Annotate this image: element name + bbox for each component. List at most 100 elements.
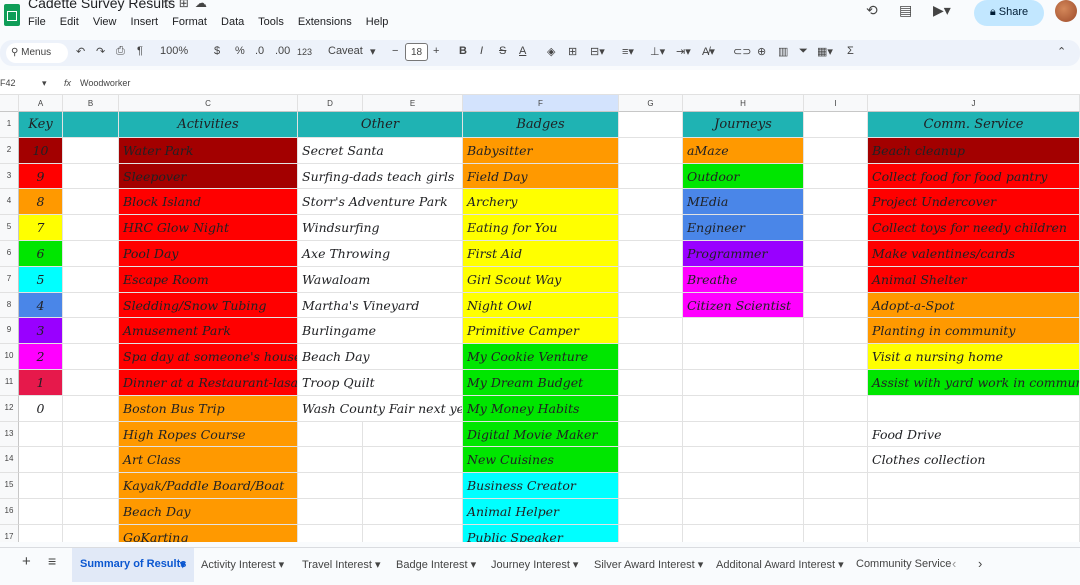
grid-cell[interactable] [63, 318, 119, 344]
grid-cell[interactable] [683, 473, 804, 499]
link-icon[interactable]: ⊂⊃ [733, 45, 751, 58]
increase-decimal-button[interactable]: .00 [275, 45, 290, 57]
move-folder-icon[interactable]: ⊞ [179, 0, 195, 10]
activity-cell[interactable]: Spa day at someone's house [119, 344, 298, 370]
chevron-down-icon[interactable]: ▾ [370, 45, 376, 58]
grid-cell[interactable] [804, 473, 868, 499]
name-box[interactable]: F42 [0, 78, 16, 88]
other-cell[interactable]: Wash County Fair next year [298, 396, 463, 422]
document-title[interactable]: Cadette Survey Results [28, 0, 175, 11]
row-header[interactable]: 11 [0, 370, 19, 396]
column-header-c[interactable]: C [119, 95, 298, 112]
grid-cell[interactable] [619, 447, 683, 473]
activity-cell[interactable]: Amusement Park [119, 318, 298, 344]
grid-cell[interactable] [363, 499, 463, 525]
grid-cell[interactable] [804, 525, 868, 542]
grid-cell[interactable] [63, 293, 119, 318]
header-blank[interactable] [804, 112, 868, 138]
grid-cell[interactable] [804, 189, 868, 215]
row-header[interactable]: 9 [0, 318, 19, 344]
key-cell[interactable]: 4 [19, 293, 63, 318]
redo-icon[interactable]: ↷ [96, 45, 105, 58]
comm-service-cell[interactable]: Food Drive [868, 422, 1080, 447]
decrease-decimal-button[interactable]: .0 [255, 45, 264, 57]
other-cell[interactable]: Secret Santa [298, 138, 463, 164]
activity-cell[interactable]: Escape Room [119, 267, 298, 293]
header-blank[interactable] [63, 112, 119, 138]
menu-extensions[interactable]: Extensions [298, 16, 352, 28]
key-cell[interactable]: 0 [19, 396, 63, 422]
star-icon[interactable]: ☆ [162, 0, 179, 10]
grid-cell[interactable] [868, 525, 1080, 542]
grid-cell[interactable] [683, 370, 804, 396]
grid-cell[interactable] [683, 318, 804, 344]
key-cell[interactable]: 7 [19, 215, 63, 241]
activity-cell[interactable]: Sleepover [119, 164, 298, 189]
badge-cell[interactable]: Girl Scout Way [463, 267, 619, 293]
grid-cell[interactable] [619, 370, 683, 396]
comm-service-cell[interactable]: Project Undercover [868, 189, 1080, 215]
grid-cell[interactable] [63, 267, 119, 293]
print-icon[interactable]: ⎙ [116, 45, 125, 58]
journey-cell[interactable]: aMaze [683, 138, 804, 164]
menu-tools[interactable]: Tools [258, 16, 284, 28]
share-button[interactable]: 🔒︎ Share [974, 0, 1044, 26]
sheet-tab-activity-interest[interactable]: Activity Interest ▾ [201, 558, 284, 571]
row-header[interactable]: 1 [0, 112, 19, 138]
activity-cell[interactable]: Pool Day [119, 241, 298, 267]
journey-cell[interactable]: MEdia [683, 189, 804, 215]
grid-cell[interactable] [804, 267, 868, 293]
menu-edit[interactable]: Edit [60, 16, 79, 28]
grid-cell[interactable] [63, 422, 119, 447]
header-badges[interactable]: Badges [463, 112, 619, 138]
comm-service-cell[interactable]: Beach cleanup [868, 138, 1080, 164]
header-activities[interactable]: Activities [119, 112, 298, 138]
activity-cell[interactable]: Block Island [119, 189, 298, 215]
grid-cell[interactable] [619, 138, 683, 164]
grid-cell[interactable] [804, 370, 868, 396]
add-sheet-icon[interactable]: + [22, 553, 31, 570]
row-header[interactable]: 5 [0, 215, 19, 241]
select-all-corner[interactable] [0, 95, 19, 112]
number-format-button[interactable]: 123 [297, 47, 312, 57]
badge-cell[interactable]: Business Creator [463, 473, 619, 499]
activity-cell[interactable]: High Ropes Course [119, 422, 298, 447]
column-header-g[interactable]: G [619, 95, 683, 112]
text-color-button[interactable]: A [519, 45, 526, 57]
grid-cell[interactable] [63, 215, 119, 241]
grid-cell[interactable] [298, 499, 363, 525]
grid-cell[interactable] [683, 525, 804, 542]
grid-cell[interactable] [619, 525, 683, 542]
grid-cell[interactable] [363, 447, 463, 473]
column-header-h[interactable]: H [683, 95, 804, 112]
badge-cell[interactable]: My Money Habits [463, 396, 619, 422]
other-cell[interactable]: Wawaloam [298, 267, 463, 293]
menu-insert[interactable]: Insert [131, 16, 159, 28]
scroll-tabs-left-icon[interactable]: ‹ [952, 556, 956, 571]
grid-cell[interactable] [63, 138, 119, 164]
vertical-align-icon[interactable]: ⊥▾ [650, 45, 665, 58]
activity-cell[interactable]: HRC Glow Night [119, 215, 298, 241]
row-header[interactable]: 8 [0, 293, 19, 318]
grid-cell[interactable] [683, 447, 804, 473]
chart-icon[interactable]: ▥ [778, 45, 788, 58]
paint-format-icon[interactable]: ¶ [137, 45, 143, 57]
grid-cell[interactable] [63, 370, 119, 396]
grid-cell[interactable] [19, 447, 63, 473]
key-cell[interactable]: 9 [19, 164, 63, 189]
other-cell[interactable]: Burlingame [298, 318, 463, 344]
badge-cell[interactable]: Night Owl [463, 293, 619, 318]
column-header-b[interactable]: B [63, 95, 119, 112]
other-cell[interactable]: Martha's Vineyard [298, 293, 463, 318]
menu-help[interactable]: Help [366, 16, 389, 28]
activity-cell[interactable]: Kayak/Paddle Board/Boat [119, 473, 298, 499]
sheet-tab-silver-award-interest[interactable]: Silver Award Interest ▾ [594, 558, 703, 571]
badge-cell[interactable]: My Dream Budget [463, 370, 619, 396]
row-header[interactable]: 3 [0, 164, 19, 189]
badge-cell[interactable]: Public Speaker [463, 525, 619, 542]
row-header[interactable]: 6 [0, 241, 19, 267]
grid-cell[interactable] [19, 525, 63, 542]
borders-icon[interactable]: ⊞ [568, 45, 577, 58]
comm-service-cell[interactable]: Planting in community [868, 318, 1080, 344]
key-cell[interactable]: 2 [19, 344, 63, 370]
